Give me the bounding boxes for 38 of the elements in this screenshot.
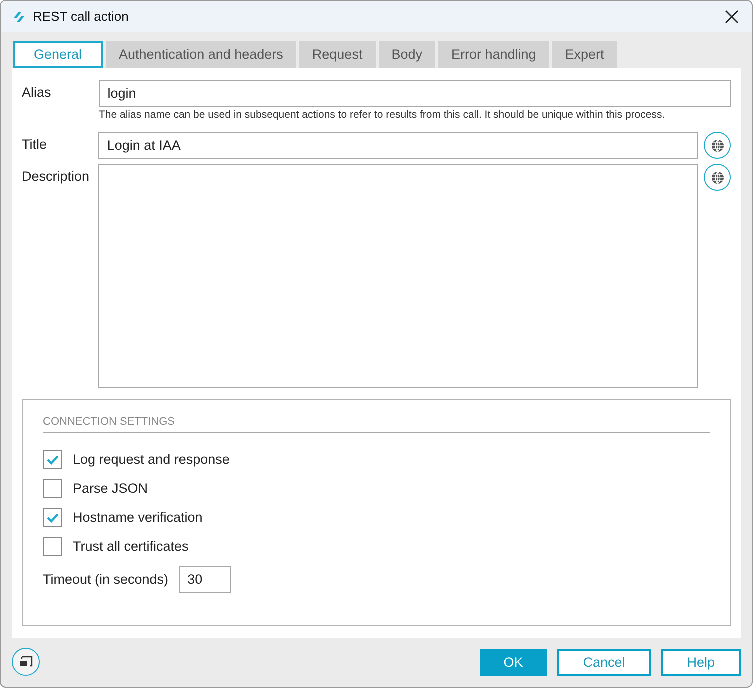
- checkbox[interactable]: [43, 537, 62, 556]
- alias-label: Alias: [22, 84, 52, 102]
- tab[interactable]: Request: [299, 41, 376, 68]
- title-label: Title: [22, 136, 48, 154]
- dialog-button[interactable]: Help: [661, 648, 741, 676]
- checkmark-icon: [46, 512, 58, 522]
- tab[interactable]: Body: [378, 41, 436, 68]
- translate-button[interactable]: [704, 132, 731, 159]
- checkmark-icon: [46, 454, 58, 464]
- dialog-button[interactable]: OK: [480, 648, 548, 676]
- tab[interactable]: Error handling: [438, 41, 550, 68]
- translate-button[interactable]: [704, 164, 731, 191]
- title-field[interactable]: Login at IAA: [98, 132, 698, 159]
- globe-icon: [710, 170, 725, 184]
- checkbox[interactable]: [43, 479, 62, 498]
- tab[interactable]: General: [13, 41, 104, 68]
- timeout-field[interactable]: 30: [178, 566, 231, 593]
- checkbox[interactable]: [43, 508, 62, 527]
- window-mode-button[interactable]: [12, 648, 40, 676]
- checkbox-label: Trust all certificates: [73, 539, 189, 554]
- description-label: Description: [22, 168, 91, 186]
- close-button[interactable]: [724, 8, 740, 24]
- tab[interactable]: Expert: [552, 41, 618, 68]
- description-field[interactable]: [98, 164, 698, 388]
- tab[interactable]: Authentication and headers: [106, 41, 296, 68]
- timeout-label: Timeout (in seconds): [43, 572, 169, 587]
- checkbox-label: Parse JSON: [73, 481, 148, 496]
- window-icon: [19, 656, 33, 668]
- checkbox-label: Log request and response: [73, 452, 230, 467]
- checkbox[interactable]: [43, 450, 62, 469]
- alias-field[interactable]: login: [98, 80, 731, 107]
- checkbox-label: Hostname verification: [73, 510, 203, 525]
- globe-icon: [710, 138, 725, 152]
- dialog-button[interactable]: Cancel: [557, 648, 652, 676]
- alias-hint: The alias name can be used in subsequent actions to refer to results from this call. It should be unique within this process.: [99, 109, 666, 121]
- section-heading: CONNECTION SETTINGS: [43, 416, 710, 433]
- app-logo-icon: [13, 10, 25, 22]
- window-title: REST call action: [33, 9, 130, 24]
